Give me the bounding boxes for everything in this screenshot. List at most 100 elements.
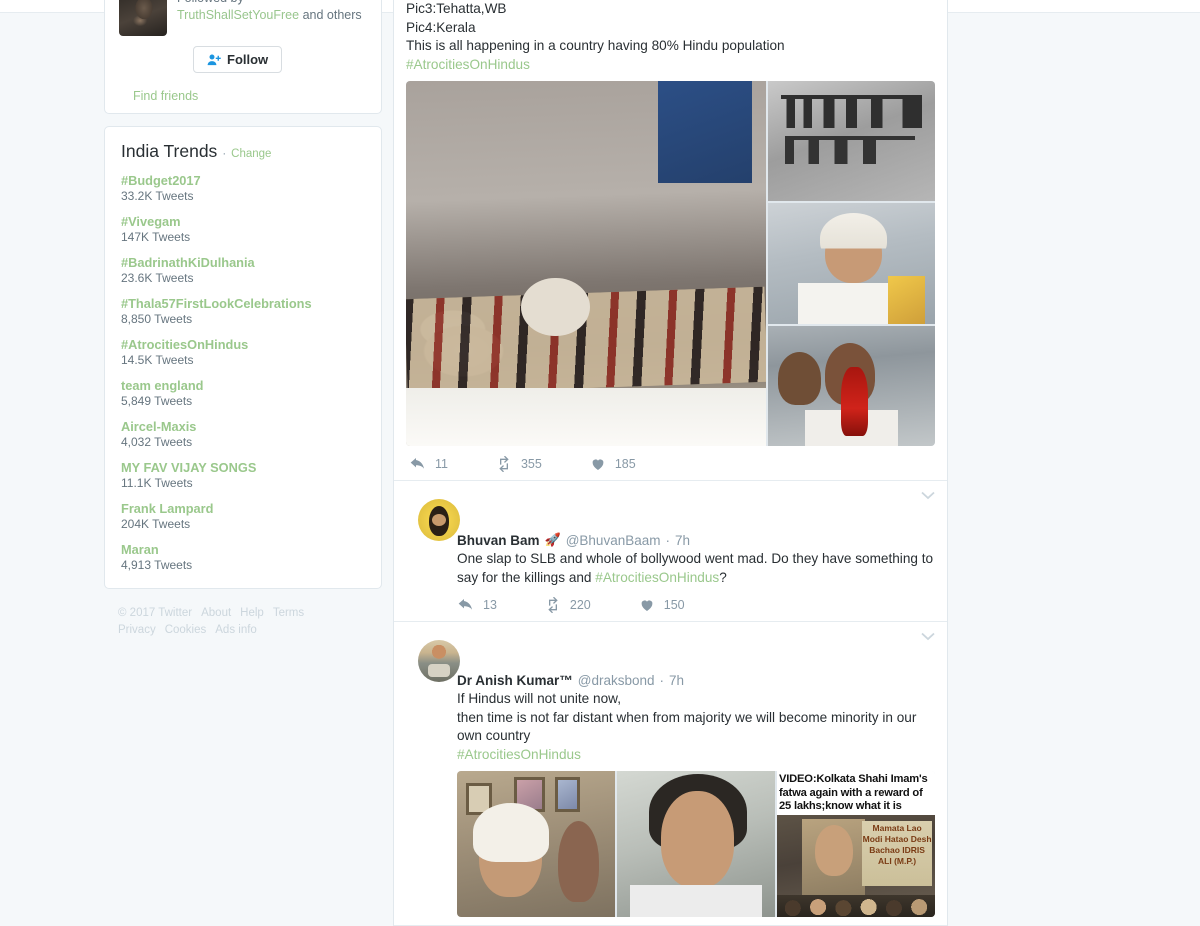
reply-arrow-icon	[410, 458, 424, 469]
hashtag-link[interactable]: #AtrocitiesOnHindus	[595, 570, 719, 585]
suggested-user-avatar[interactable]	[119, 0, 167, 36]
tweet-text-line1: Pic3:Tehatta,WB	[406, 1, 507, 16]
suggested-user[interactable]: Followed by TruthShallSetYouFree and oth…	[119, 0, 367, 36]
follow-button[interactable]: Follow	[193, 46, 283, 73]
trend-item[interactable]: #Budget2017 33.2K Tweets	[121, 173, 365, 203]
trends-separator: ·	[222, 148, 227, 160]
followed-by-suffix: and others	[302, 8, 362, 22]
trend-count: 147K Tweets	[121, 230, 191, 244]
tweet[interactable]: Dr Anish Kumar™ @draksbond · 7h If Hindu…	[394, 622, 947, 926]
like-action[interactable]: 185	[590, 456, 636, 472]
tweet-timestamp[interactable]: 7h	[669, 673, 684, 688]
tweet-text: Pic3:Tehatta,WB Pic4:Kerala This is all …	[406, 0, 935, 74]
video-thumbnail-photo[interactable]: VIDEO:Kolkata Shahi Imam's fatwa again w…	[777, 771, 935, 917]
injured-man-crowd-photo[interactable]	[768, 325, 935, 446]
trend-name[interactable]: #AtrocitiesOnHindus	[121, 337, 365, 352]
trend-item[interactable]: Aircel-Maxis 4,032 Tweets	[121, 419, 365, 449]
tweet-author-name[interactable]: Bhuvan Bam	[457, 533, 540, 548]
retweet-count: 220	[569, 598, 591, 612]
retweet-icon	[499, 456, 509, 472]
trend-item[interactable]: #BadrinathKiDulhania 23.6K Tweets	[121, 255, 365, 285]
heart-icon	[641, 600, 653, 611]
bhuvan-bam-avatar[interactable]	[418, 499, 460, 541]
retweet-count: 355	[520, 457, 542, 471]
hashtag-link[interactable]: #AtrocitiesOnHindus	[406, 57, 530, 72]
tweet[interactable]: Pic3:Tehatta,WB Pic4:Kerala This is all …	[394, 0, 947, 481]
hashtag-link[interactable]: #AtrocitiesOnHindus	[457, 747, 581, 762]
footer-link[interactable]: Ads info	[215, 624, 257, 636]
tweet-media-grid[interactable]: VIDEO:Kolkata Shahi Imam's fatwa again w…	[457, 771, 935, 917]
reply-count: 11	[435, 457, 448, 471]
reply-count: 13	[483, 598, 497, 612]
tweet-body: Dr Anish Kumar™ @draksbond · 7h If Hindu…	[406, 673, 935, 917]
footer-link[interactable]: Help	[240, 607, 264, 619]
trend-item[interactable]: #Vivegam 147K Tweets	[121, 214, 365, 244]
rocket-emoji-icon: 🚀	[544, 532, 561, 547]
tweet-separator: ·	[659, 673, 665, 688]
trend-count: 5,849 Tweets	[121, 394, 193, 408]
trends-title: India Trends	[121, 141, 218, 161]
bandaged-woman-photo[interactable]	[457, 771, 615, 917]
tweet[interactable]: Bhuvan Bam 🚀 @BhuvanBaam · 7h One slap t…	[394, 481, 947, 622]
chevron-down-icon[interactable]	[921, 632, 935, 641]
reply-action[interactable]: 13	[458, 597, 497, 613]
trends-change-link[interactable]: Change	[231, 148, 271, 160]
tweet-text-line3: This is all happening in a country havin…	[406, 38, 785, 53]
tweet-body: Bhuvan Bam 🚀 @BhuvanBaam · 7h One slap t…	[406, 532, 935, 613]
like-count: 185	[614, 457, 636, 471]
chevron-down-icon[interactable]	[921, 491, 935, 500]
trend-item[interactable]: Maran 4,913 Tweets	[121, 542, 365, 572]
tweet-text-after: ?	[719, 569, 727, 585]
trend-item[interactable]: #Thala57FirstLookCelebrations 8,850 Tweet…	[121, 296, 365, 326]
footer-link[interactable]: Terms	[273, 607, 304, 619]
trend-name[interactable]: #Budget2017	[121, 173, 365, 188]
trend-name[interactable]: #BadrinathKiDulhania	[121, 255, 365, 270]
who-to-follow-card: Followed by TruthShallSetYouFree and oth…	[104, 0, 382, 114]
tweet-author-handle[interactable]: @draksbond	[578, 673, 655, 688]
trend-name[interactable]: Frank Lampard	[121, 501, 365, 516]
reply-arrow-icon	[458, 599, 472, 610]
footer-link[interactable]: Cookies	[165, 624, 207, 636]
reply-action[interactable]: 11	[410, 456, 448, 472]
tweet-text: If Hindus will not unite now, then time …	[457, 690, 935, 764]
video-caption-text: VIDEO:Kolkata Shahi Imam's fatwa again w…	[777, 771, 935, 815]
tweet-header: Bhuvan Bam 🚀 @BhuvanBaam · 7h	[457, 532, 935, 548]
tweet-author-handle[interactable]: @BhuvanBaam	[566, 533, 661, 548]
tweet-text-line1: If Hindus will not unite now,	[457, 691, 621, 706]
trend-count: 23.6K Tweets	[121, 271, 194, 285]
trend-count: 204K Tweets	[121, 517, 191, 531]
mamata-banerjee-photo[interactable]	[617, 771, 775, 917]
trend-name[interactable]: #Thala57FirstLookCelebrations	[121, 296, 365, 311]
trend-name[interactable]: #Vivegam	[121, 214, 365, 229]
footer-link[interactable]: About	[201, 607, 231, 619]
trend-count: 33.2K Tweets	[121, 189, 194, 203]
like-action[interactable]: 150	[639, 597, 685, 613]
bandaged-girl-photo[interactable]	[768, 203, 935, 324]
followed-by-text: Followed by TruthShallSetYouFree and oth…	[177, 0, 362, 36]
trend-item[interactable]: team england 5,849 Tweets	[121, 378, 365, 408]
heart-icon	[592, 459, 604, 470]
trend-count: 14.5K Tweets	[121, 353, 194, 367]
followed-by-user-link[interactable]: TruthShallSetYouFree	[177, 8, 299, 22]
trend-name[interactable]: MY FAV VIJAY SONGS	[121, 460, 365, 475]
trend-item[interactable]: #AtrocitiesOnHindus 14.5K Tweets	[121, 337, 365, 367]
trend-name[interactable]: team england	[121, 378, 365, 393]
retweet-action[interactable]: 355	[496, 456, 542, 472]
find-friends-link[interactable]: Find friends	[133, 89, 367, 103]
trend-item[interactable]: MY FAV VIJAY SONGS 11.1K Tweets	[121, 460, 365, 490]
trend-name[interactable]: Aircel-Maxis	[121, 419, 365, 434]
tweet-media-grid[interactable]	[406, 81, 935, 446]
trend-count: 4,913 Tweets	[121, 558, 193, 572]
footer-link[interactable]: Privacy	[118, 624, 156, 636]
tweet-body: Pic3:Tehatta,WB Pic4:Kerala This is all …	[406, 0, 935, 472]
dr-anish-kumar-avatar[interactable]	[418, 640, 460, 682]
tweet-actions: 13 220 150	[457, 597, 935, 613]
trend-item[interactable]: Frank Lampard 204K Tweets	[121, 501, 365, 531]
trend-name[interactable]: Maran	[121, 542, 365, 557]
tweet-text-line2: then time is not far distant when from m…	[457, 709, 917, 744]
tweet-timestamp[interactable]: 7h	[675, 533, 690, 548]
retweet-action[interactable]: 220	[545, 597, 591, 613]
grieving-man-photo[interactable]	[406, 81, 766, 446]
tweet-author-name[interactable]: Dr Anish Kumar™	[457, 673, 573, 688]
hindi-graffiti-photo[interactable]	[768, 81, 935, 202]
